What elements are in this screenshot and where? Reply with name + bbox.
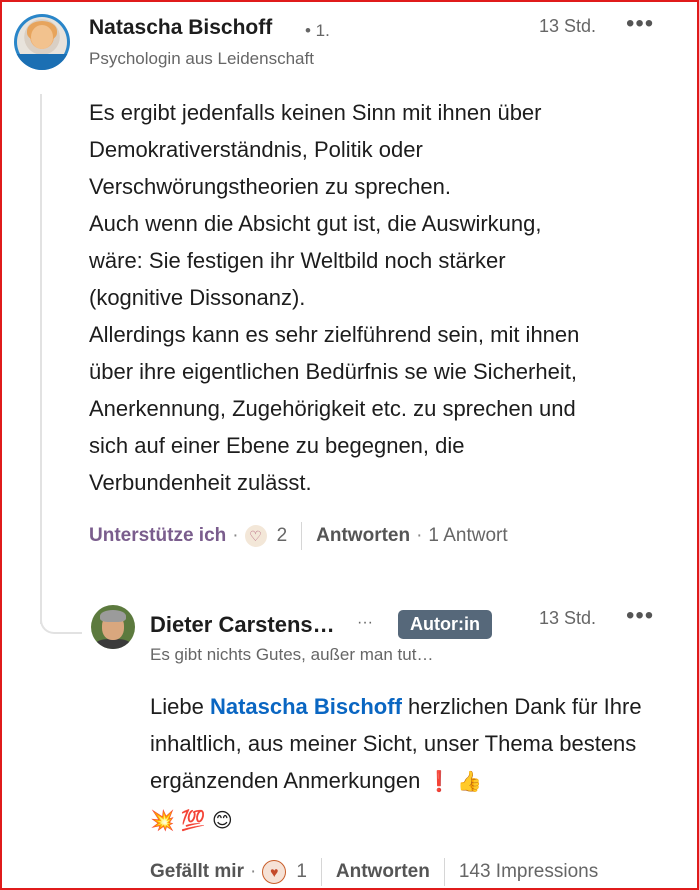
hundred-points-emoji-icon: 💯 <box>180 810 206 832</box>
reply-text: Liebe Natascha Bischoff herzlichen Dank … <box>150 688 680 840</box>
reply-text-start: Liebe <box>150 694 210 719</box>
avatar[interactable] <box>14 14 70 70</box>
reaction-count[interactable]: 2 <box>277 525 288 547</box>
comment-author-name[interactable]: Natascha Bischoff <box>89 16 272 40</box>
connection-degree: • 1. <box>305 21 330 40</box>
divider <box>301 522 303 550</box>
reply-author-name[interactable]: Dieter Carstens… <box>150 612 335 638</box>
divider <box>443 858 445 886</box>
heart-icon[interactable]: ♥ <box>262 860 287 884</box>
separator-dot: · <box>249 861 257 882</box>
more-ellipsis-icon: ··· <box>357 614 373 631</box>
reply-actions: Gefällt mir · ♥ 1 Antworten 143 Impressi… <box>150 858 598 886</box>
reply-timestamp: 13 Std. <box>539 608 597 628</box>
exclamation-emoji-icon: ❗ <box>426 771 452 793</box>
thumbs-up-emoji-icon: 👍 <box>457 771 483 793</box>
comment-thread: Natascha Bischoff • 1. Psychologin aus L… <box>0 0 699 890</box>
support-icon[interactable]: ♡ <box>244 525 267 547</box>
separator-dot: · <box>232 525 239 546</box>
separator-dot: · <box>416 525 423 546</box>
thread-connector <box>40 602 82 634</box>
reply-count[interactable]: 1 Antwort <box>428 525 507 547</box>
like-button[interactable]: Gefällt mir <box>150 861 244 883</box>
avatar[interactable] <box>91 605 135 649</box>
reply-button[interactable]: Antworten <box>316 525 410 547</box>
author-headline: Es gibt nichts Gutes, außer man tut… <box>150 645 434 664</box>
collision-emoji-icon: 💥 <box>150 810 175 832</box>
thread-line <box>40 94 42 624</box>
reply-button[interactable]: Antworten <box>336 861 430 883</box>
comment-actions: Unterstütze ich · ♡ 2 Antworten · 1 Antw… <box>89 522 508 550</box>
mention-link[interactable]: Natascha Bischoff <box>210 694 402 719</box>
support-button[interactable]: Unterstütze ich <box>89 525 226 547</box>
author-badge: Autor:in <box>398 610 492 639</box>
like-count[interactable]: 1 <box>296 861 307 883</box>
smiling-face-emoji-icon: 😊 <box>211 810 233 832</box>
comment-text: Es ergibt jedenfalls keinen Sinn mit ihn… <box>89 100 580 495</box>
impressions-count[interactable]: 143 Impressions <box>459 861 598 883</box>
comment-timestamp: 13 Std. <box>539 16 597 36</box>
divider <box>320 858 322 886</box>
more-options-icon[interactable]: ••• <box>626 602 654 630</box>
author-headline: Psychologin aus Leidenschaft <box>89 49 314 68</box>
more-options-icon[interactable]: ••• <box>626 10 654 38</box>
